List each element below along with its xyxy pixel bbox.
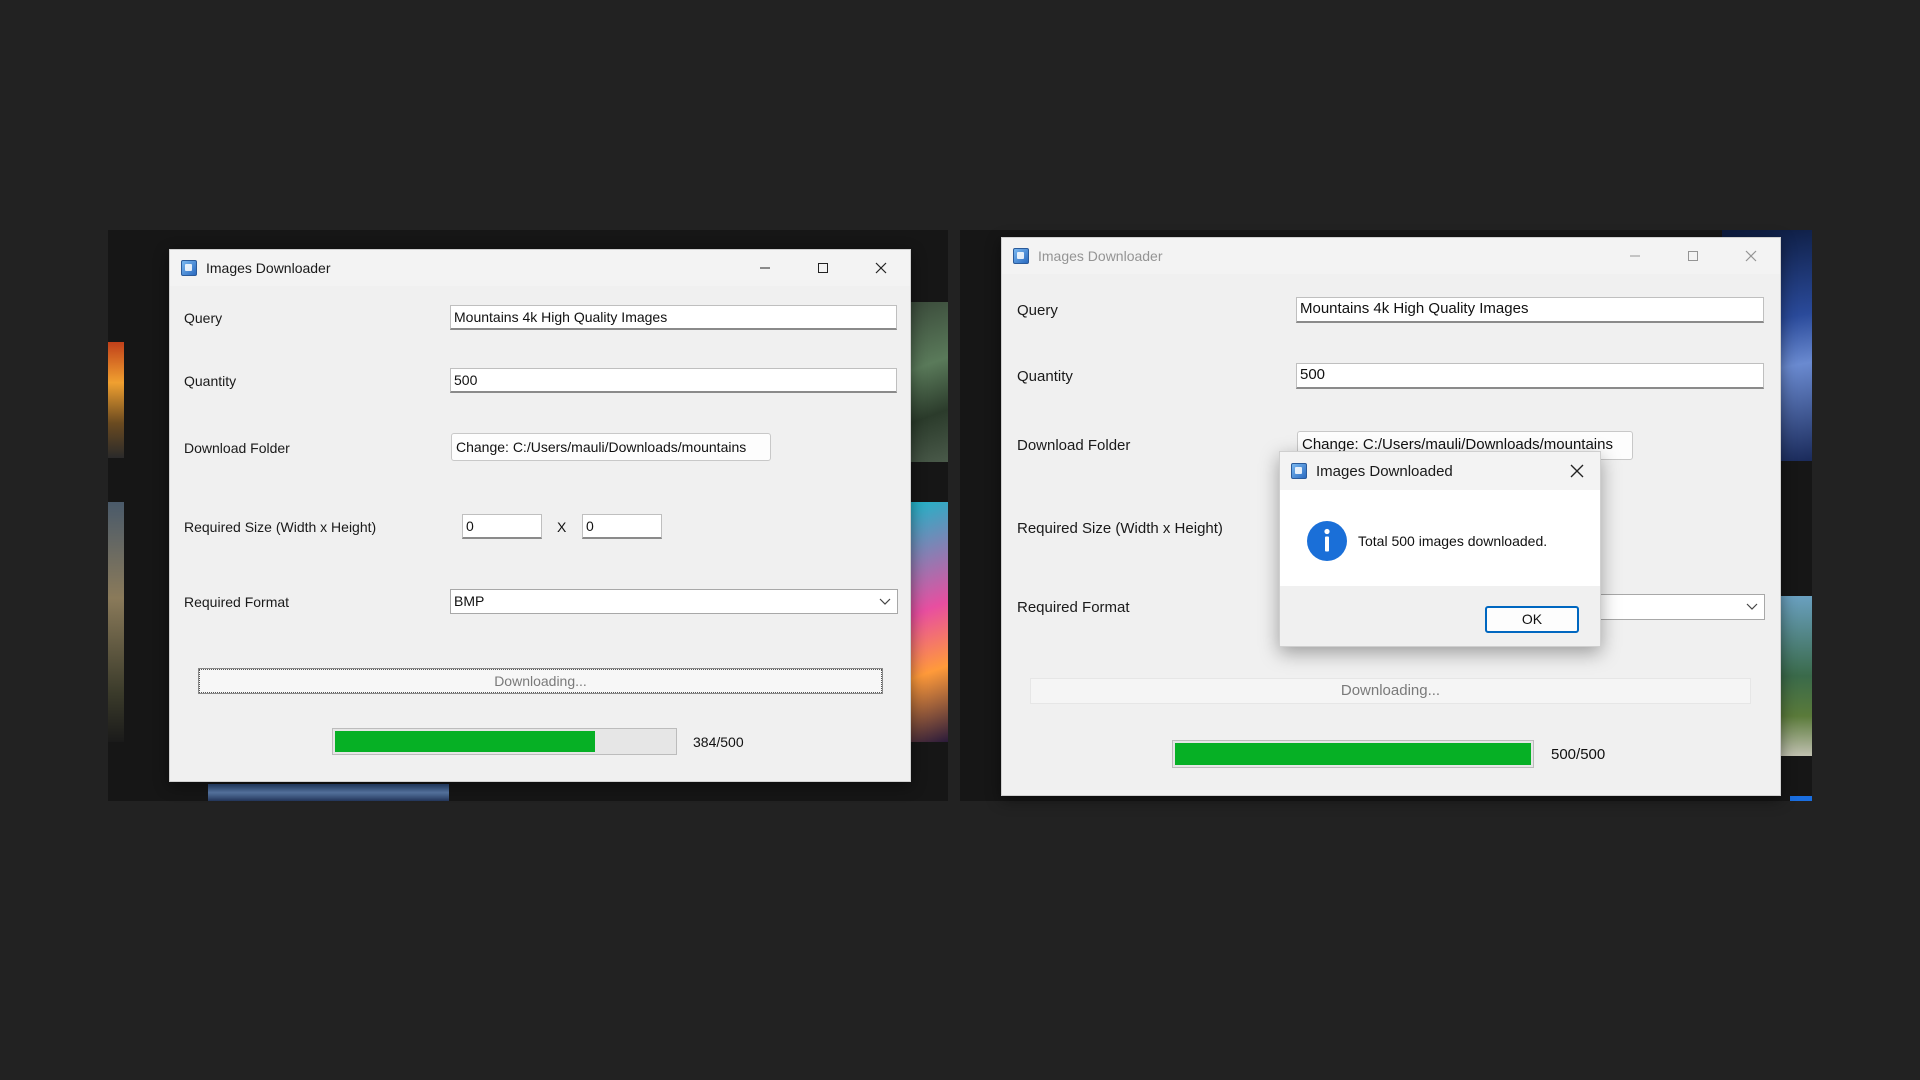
required-format-label: Required Format	[184, 594, 290, 610]
close-icon[interactable]	[1554, 452, 1600, 490]
dialog-title-bar: Images Downloaded	[1280, 452, 1600, 490]
height-input[interactable]: 0	[582, 514, 662, 539]
quantity-input[interactable]: 500	[450, 368, 897, 393]
dialog-message: Total 500 images downloaded.	[1358, 533, 1548, 549]
minimize-icon[interactable]	[1606, 238, 1664, 274]
quantity-input[interactable]: 500	[1296, 363, 1764, 389]
chevron-down-icon	[1746, 595, 1758, 626]
chevron-down-icon	[879, 590, 891, 620]
download-folder-label: Download Folder	[1017, 437, 1131, 454]
maximize-icon[interactable]	[1664, 238, 1722, 274]
format-select[interactable]: BMP	[450, 589, 898, 614]
info-icon	[1307, 521, 1347, 561]
required-size-label: Required Size (Width x Height)	[1017, 520, 1223, 537]
title-bar: Images Downloader	[170, 250, 910, 286]
app-icon	[1291, 463, 1307, 479]
download-progress-bar	[1172, 740, 1534, 768]
background-thumbnail	[908, 302, 948, 462]
window-title: Images Downloader	[1038, 248, 1163, 264]
query-input[interactable]: Mountains 4k High Quality Images	[1296, 297, 1764, 323]
format-select-value: BMP	[454, 593, 485, 609]
download-button[interactable]: Downloading...	[198, 668, 883, 694]
background-thumbnail	[1790, 796, 1812, 801]
app-icon	[1013, 248, 1029, 264]
quantity-label: Quantity	[184, 373, 237, 389]
width-input[interactable]: 0	[462, 514, 542, 539]
size-separator: X	[557, 519, 567, 535]
quantity-label: Quantity	[1017, 368, 1073, 385]
progress-fill	[1175, 743, 1531, 765]
close-icon[interactable]	[852, 250, 910, 286]
background-thumbnail	[108, 502, 124, 742]
progress-fill	[335, 731, 595, 752]
required-format-label: Required Format	[1017, 599, 1130, 616]
close-icon[interactable]	[1722, 238, 1780, 274]
title-bar: Images Downloader	[1002, 238, 1780, 274]
progress-count: 384/500	[693, 734, 744, 750]
change-folder-button[interactable]: Change: C:/Users/mauli/Downloads/mountai…	[451, 433, 771, 461]
format-select[interactable]	[1590, 594, 1765, 620]
maximize-icon[interactable]	[794, 250, 852, 286]
download-folder-label: Download Folder	[184, 440, 290, 456]
query-input[interactable]: Mountains 4k High Quality Images	[450, 305, 897, 330]
window-title: Images Downloader	[206, 260, 331, 276]
download-button[interactable]: Downloading...	[1030, 678, 1751, 704]
progress-count: 500/500	[1551, 746, 1606, 763]
query-label: Query	[184, 310, 223, 326]
required-size-label: Required Size (Width x Height)	[184, 519, 377, 535]
background-thumbnail	[208, 784, 449, 801]
query-label: Query	[1017, 302, 1058, 319]
minimize-icon[interactable]	[736, 250, 794, 286]
app-icon	[181, 260, 197, 276]
ok-button[interactable]: OK	[1485, 606, 1579, 633]
download-progress-bar	[332, 728, 677, 755]
background-thumbnail	[908, 502, 948, 742]
background-thumbnail	[108, 342, 124, 458]
dialog-title: Images Downloaded	[1316, 462, 1453, 480]
